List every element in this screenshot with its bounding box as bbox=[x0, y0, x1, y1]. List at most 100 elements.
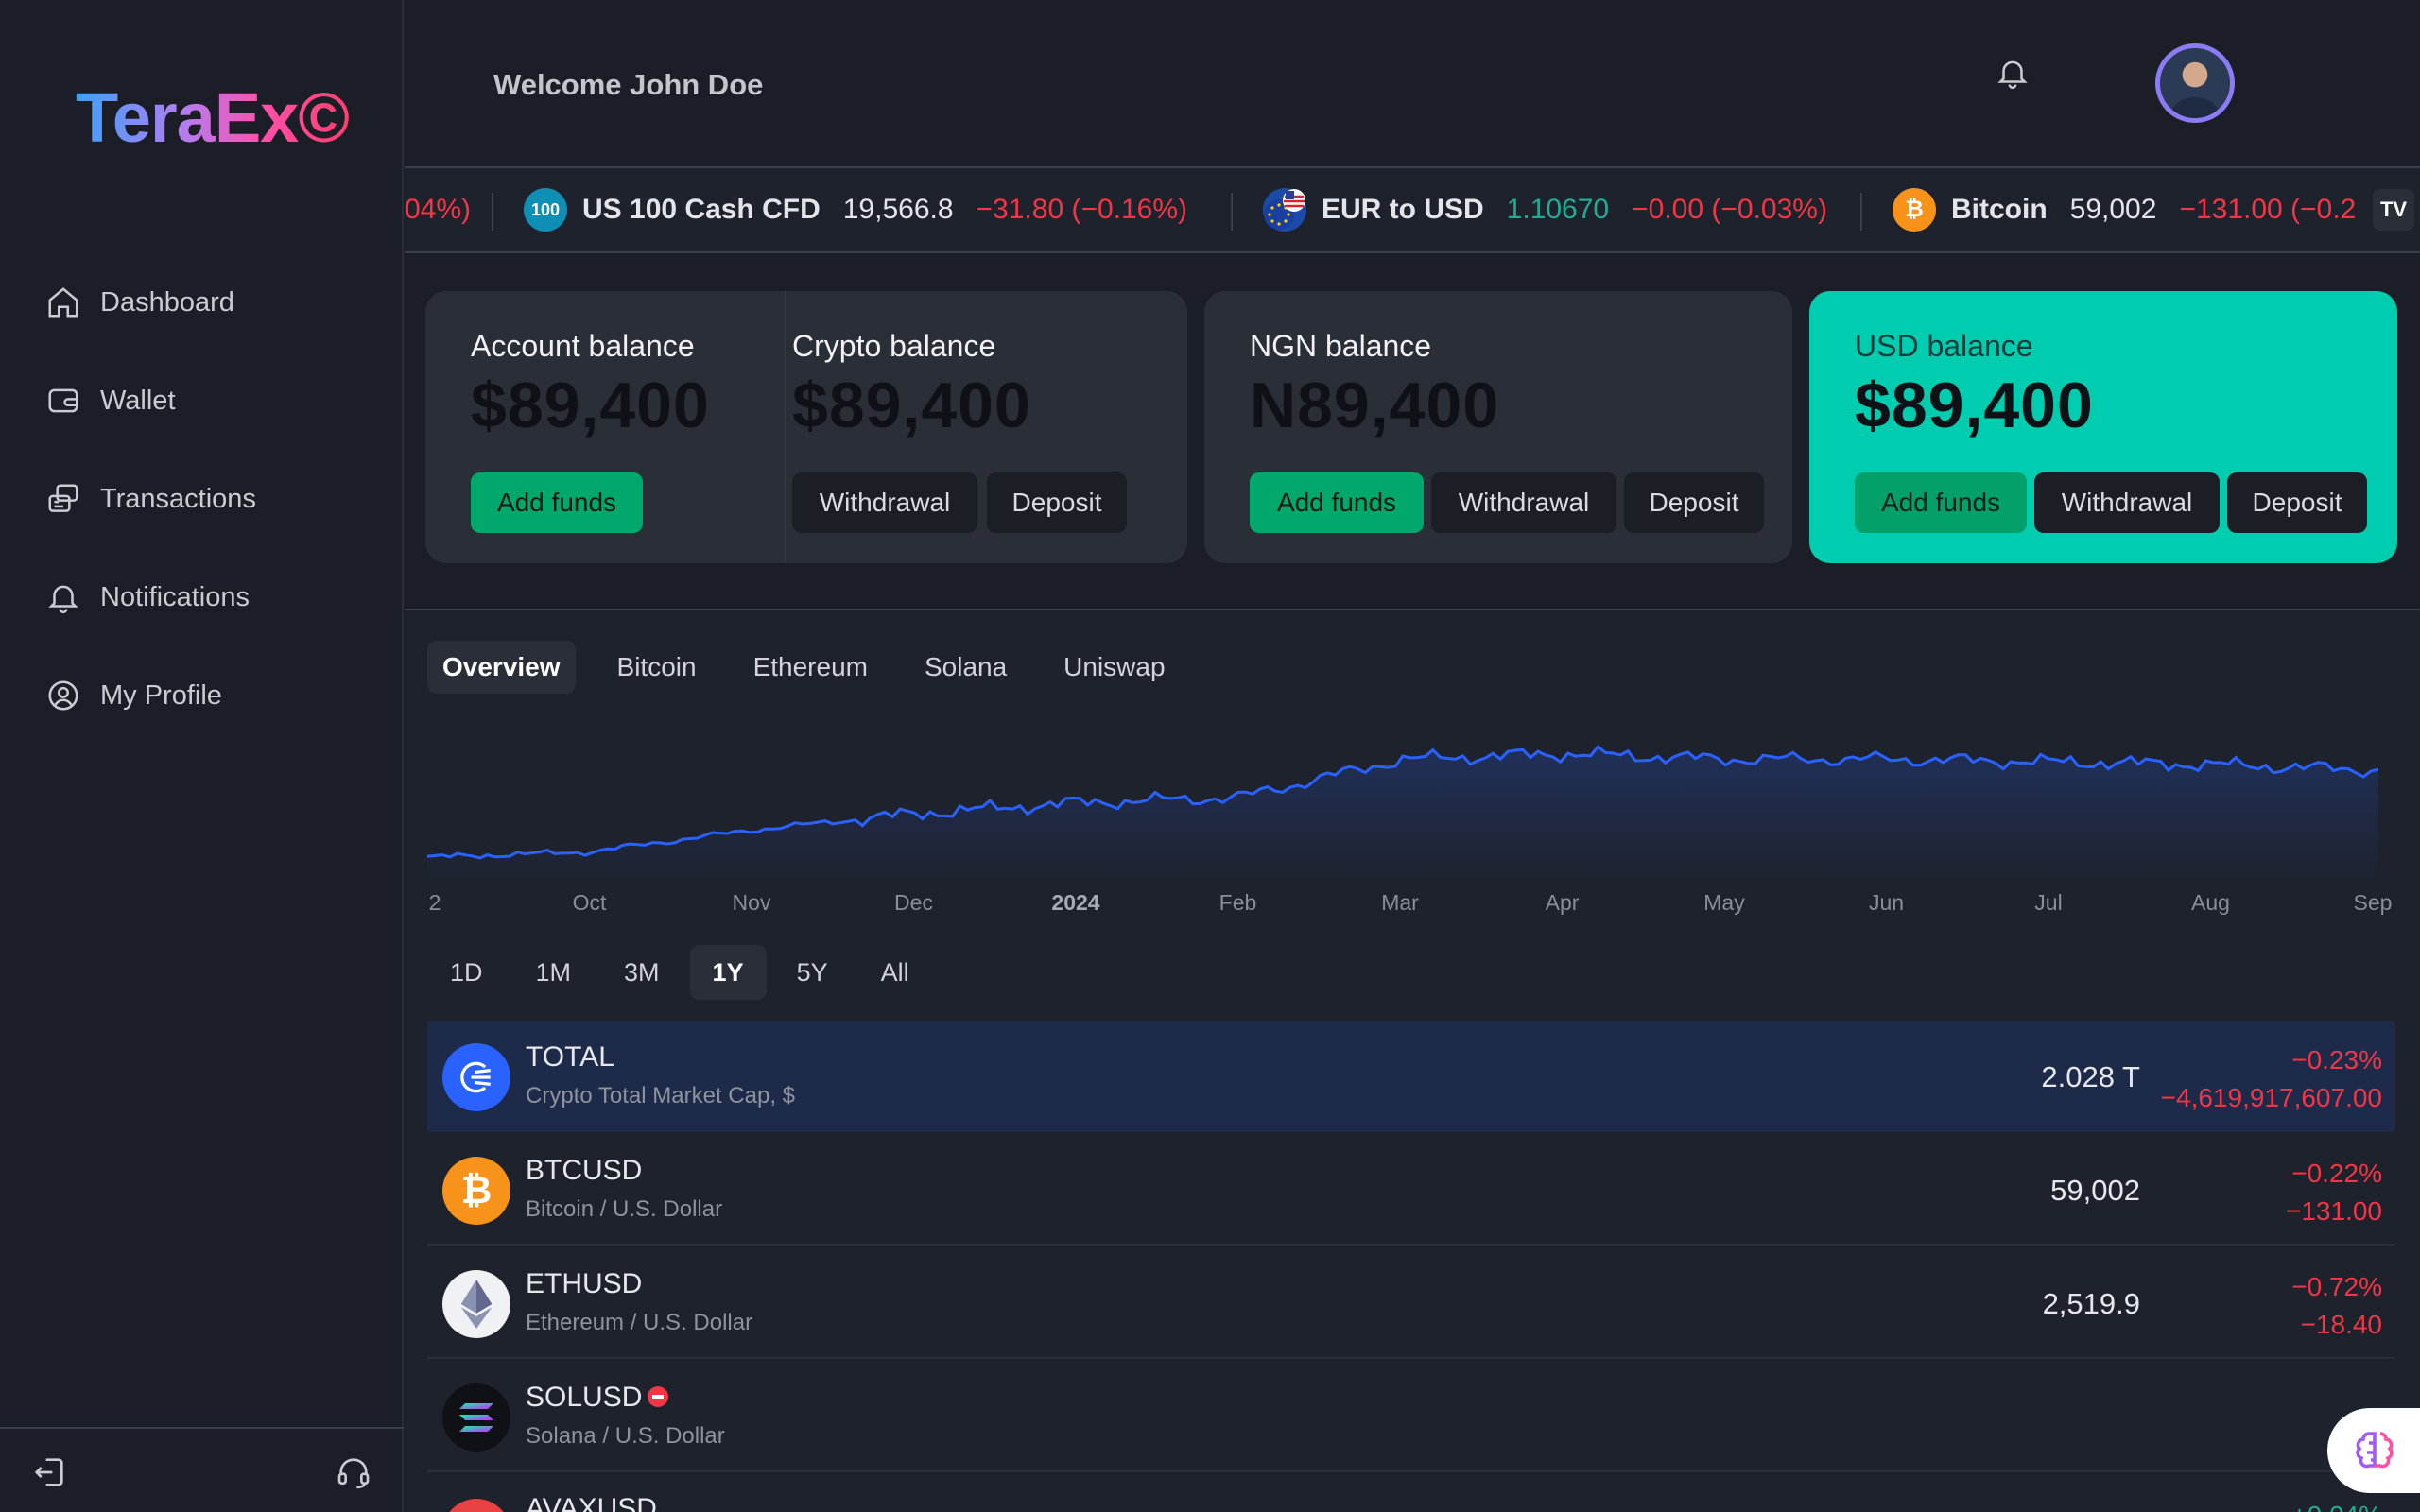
logout-icon[interactable] bbox=[30, 1453, 68, 1491]
sidebar-item-label: Wallet bbox=[100, 385, 176, 416]
ticker-item[interactable]: ₿ Bitcoin 59,002 −131.00 (−0.2 bbox=[1893, 168, 2356, 251]
headset-icon[interactable] bbox=[335, 1453, 372, 1491]
ticker-item[interactable]: 100 US 100 Cash CFD 19,566.8 −31.80 (−0.… bbox=[524, 168, 1187, 251]
header-bell-icon[interactable] bbox=[1995, 53, 2031, 93]
sidebar-item-dashboard[interactable]: Dashboard bbox=[45, 253, 256, 352]
row-description: Crypto Total Market Cap, $ bbox=[526, 1083, 796, 1108]
range-1d[interactable]: 1D bbox=[427, 945, 506, 1000]
table-row[interactable]: ₿ BTCUSD Bitcoin / U.S. Dollar 59,002 −0… bbox=[427, 1134, 2395, 1246]
x-tick-label: Sep bbox=[2353, 890, 2393, 915]
row-value: 2,519.9 bbox=[2042, 1287, 2140, 1320]
table-row[interactable]: TOTAL Crypto Total Market Cap, $ 2.028 T… bbox=[427, 1021, 2395, 1132]
table-row[interactable]: SOLUSD Solana / U.S. Dollar bbox=[427, 1361, 2395, 1472]
range-all[interactable]: All bbox=[858, 945, 932, 1000]
card-label: USD balance bbox=[1855, 329, 2033, 363]
x-tick-label: Nov bbox=[732, 890, 771, 915]
x-tick-label: Mar bbox=[1381, 890, 1419, 915]
home-icon bbox=[48, 287, 78, 318]
ngn-balance-card: NGN balance N89,400 Add funds Withdrawal… bbox=[1204, 291, 1792, 563]
x-tick-label: Oct bbox=[572, 890, 607, 915]
row-value: 59,002 bbox=[2050, 1174, 2140, 1207]
x-tick-label: 2024 bbox=[1051, 890, 1100, 915]
ticker-name: US 100 Cash CFD bbox=[582, 194, 821, 225]
transactions-icon bbox=[48, 484, 78, 512]
sidebar-item-label: Transactions bbox=[100, 483, 256, 514]
welcome-message: Welcome John Doe bbox=[493, 68, 764, 101]
tab-overview[interactable]: Overview bbox=[427, 641, 576, 694]
market-overview-widget: Overview Bitcoin Ethereum Solana Uniswap… bbox=[405, 609, 2420, 1512]
add-funds-button[interactable]: Add funds bbox=[1855, 472, 2027, 533]
solana-icon bbox=[442, 1383, 510, 1452]
ticker-item[interactable]: EUR to USD 1.10670 −0.00 (−0.03%) bbox=[1263, 168, 1827, 251]
row-change-absolute: −18.40 bbox=[2300, 1310, 2382, 1339]
total-market-icon bbox=[442, 1043, 510, 1111]
avalanche-icon bbox=[442, 1499, 510, 1512]
row-change-absolute: −4,619,917,607.00 bbox=[2160, 1083, 2382, 1112]
avatar[interactable] bbox=[2155, 43, 2235, 123]
deposit-button[interactable]: Deposit bbox=[1624, 472, 1764, 533]
withdrawal-button[interactable]: Withdrawal bbox=[2034, 472, 2220, 533]
range-1m[interactable]: 1M bbox=[513, 945, 595, 1000]
symbol-tabs: Overview Bitcoin Ethereum Solana Uniswap bbox=[427, 641, 1207, 694]
tab-bitcoin[interactable]: Bitcoin bbox=[602, 641, 712, 694]
crypto-balance-card: Crypto balance $89,400 Withdrawal Deposi… bbox=[786, 291, 1187, 563]
card-amount: $89,400 bbox=[1855, 369, 2094, 441]
ticker-separator bbox=[1231, 193, 1233, 231]
ticker-price: 1.10670 bbox=[1506, 194, 1610, 225]
row-symbol: BTCUSD bbox=[526, 1155, 643, 1186]
row-symbol: TOTAL bbox=[526, 1041, 614, 1073]
card-label: Account balance bbox=[471, 329, 695, 363]
x-tick-label: Feb bbox=[1219, 890, 1257, 915]
app-logo[interactable]: TeraEx© bbox=[76, 77, 350, 158]
tab-ethereum[interactable]: Ethereum bbox=[738, 641, 883, 694]
x-tick-label: May bbox=[1703, 890, 1745, 915]
x-tick-label: Dec bbox=[894, 890, 933, 915]
ticker-change: 04%) bbox=[405, 194, 472, 225]
ticker-change: −31.80 (−0.16%) bbox=[976, 194, 1188, 225]
ticker-item[interactable]: 04%) bbox=[405, 168, 471, 251]
user-circle-icon bbox=[48, 680, 78, 711]
x-tick-label: Apr bbox=[1545, 890, 1580, 915]
tab-solana[interactable]: Solana bbox=[909, 641, 1022, 694]
sidebar-item-label: Dashboard bbox=[100, 286, 234, 318]
bell-icon bbox=[48, 585, 78, 614]
sidebar-nav: Dashboard Wallet Transactions Notificati… bbox=[45, 253, 256, 745]
market-closed-icon bbox=[648, 1386, 669, 1407]
row-change-percent: +0.04% bbox=[2291, 1501, 2382, 1512]
tab-uniswap[interactable]: Uniswap bbox=[1048, 641, 1180, 694]
add-funds-button[interactable]: Add funds bbox=[471, 472, 643, 533]
x-tick-label: Jun bbox=[1868, 890, 1905, 915]
deposit-button[interactable]: Deposit bbox=[2227, 472, 2367, 533]
range-5y[interactable]: 5Y bbox=[774, 945, 851, 1000]
ticker-name: Bitcoin bbox=[1951, 194, 2048, 225]
sidebar-item-notifications[interactable]: Notifications bbox=[45, 548, 256, 646]
ticker-separator bbox=[1860, 193, 1862, 231]
add-funds-button[interactable]: Add funds bbox=[1250, 472, 1424, 533]
sidebar-item-transactions[interactable]: Transactions bbox=[45, 450, 256, 548]
ticker-name: EUR to USD bbox=[1322, 194, 1484, 225]
table-row[interactable]: ETHUSD Ethereum / U.S. Dollar 2,519.9 −0… bbox=[427, 1247, 2395, 1359]
bitcoin-icon: ₿ bbox=[1893, 188, 1936, 232]
ai-assistant-button[interactable] bbox=[2327, 1408, 2420, 1493]
ticker-change: −131.00 (−0.2 bbox=[2179, 194, 2357, 225]
x-tick-label: Jul bbox=[2034, 890, 2063, 915]
withdrawal-button[interactable]: Withdrawal bbox=[1431, 472, 1616, 533]
range-3m[interactable]: 3M bbox=[601, 945, 683, 1000]
ticker-tape: 04%) 100 US 100 Cash CFD 19,566.8 −31.80… bbox=[405, 166, 2420, 253]
ticker-price: 19,566.8 bbox=[842, 194, 954, 225]
withdrawal-button[interactable]: Withdrawal bbox=[792, 472, 977, 533]
ticker-separator bbox=[492, 193, 493, 231]
eur-usd-flag-icon bbox=[1263, 188, 1306, 232]
card-label: Crypto balance bbox=[792, 329, 996, 363]
deposit-button[interactable]: Deposit bbox=[987, 472, 1127, 533]
sidebar: TeraEx© Dashboard Wallet Transactions No… bbox=[0, 0, 404, 1512]
bitcoin-icon: ₿ bbox=[442, 1157, 510, 1225]
market-cap-chart[interactable] bbox=[427, 705, 2378, 885]
sidebar-item-my-profile[interactable]: My Profile bbox=[45, 646, 256, 745]
row-value: 2.028 T bbox=[2041, 1060, 2140, 1093]
balance-card-group: Account balance $89,400 Add funds Crypto… bbox=[425, 291, 1187, 563]
sidebar-item-wallet[interactable]: Wallet bbox=[45, 352, 256, 450]
tradingview-logo-icon[interactable]: TV bbox=[2373, 189, 2414, 231]
table-row[interactable]: AVAXUSD +0.04% bbox=[427, 1474, 2395, 1512]
range-1y[interactable]: 1Y bbox=[689, 945, 767, 1000]
